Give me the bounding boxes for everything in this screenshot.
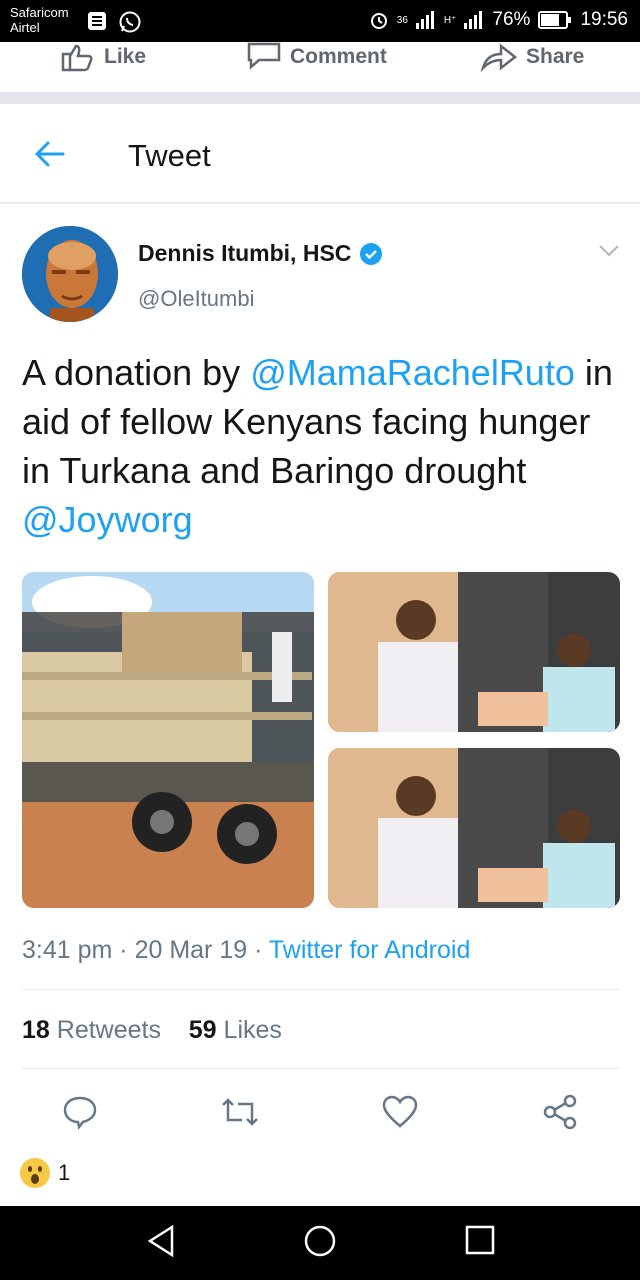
likes-stat[interactable]: 59 Likes xyxy=(189,1016,282,1044)
network-type-2: H⁺ xyxy=(443,14,457,26)
carrier-secondary: Airtel xyxy=(10,20,40,35)
carrier-primary: Safaricom xyxy=(10,5,69,20)
tweet-time: 3:41 pm xyxy=(22,936,113,964)
author-name-row[interactable]: Dennis Itumbi, HSC xyxy=(138,240,383,267)
back-triangle-icon[interactable] xyxy=(146,1224,176,1258)
author-name: Dennis Itumbi, HSC xyxy=(138,240,352,266)
clock: 19:56 xyxy=(580,9,628,30)
thumbs-up-icon xyxy=(61,44,93,72)
fb-like-button[interactable]: Like xyxy=(60,42,146,72)
section-divider xyxy=(0,92,640,104)
engagement-counts: 18 Retweets 59 Likes xyxy=(22,1016,282,1045)
notification-icon xyxy=(88,12,106,30)
author-handle[interactable]: @OleItumbi xyxy=(138,286,254,312)
fb-reactions[interactable]: 1 xyxy=(20,1158,70,1188)
reaction-count: 1 xyxy=(58,1160,71,1185)
meta-separator: · xyxy=(247,936,269,964)
network-type-1: 36 xyxy=(396,14,408,26)
android-nav-bar xyxy=(0,1206,640,1280)
retweet-icon[interactable] xyxy=(220,1094,260,1130)
alarm-icon xyxy=(370,13,387,29)
tweet-header: Tweet xyxy=(0,104,640,204)
tweet-text: A donation by @MamaRachelRuto in aid of … xyxy=(22,348,622,544)
divider xyxy=(22,989,620,990)
status-bar: Safaricom Airtel 36 H⁺ 76% 19:56 xyxy=(0,0,640,42)
carrier-labels: Safaricom Airtel xyxy=(10,5,69,35)
signal-icon-2 xyxy=(464,11,483,29)
retweets-label: Retweets xyxy=(56,1016,161,1044)
tweet-source-link[interactable]: Twitter for Android xyxy=(269,936,470,964)
heart-icon[interactable] xyxy=(382,1094,418,1130)
retweets-stat[interactable]: 18 Retweets xyxy=(22,1016,161,1044)
battery-percent: 76% xyxy=(492,9,531,30)
recents-square-icon[interactable] xyxy=(464,1224,496,1256)
likes-label: Likes xyxy=(223,1016,282,1044)
tweet-text-part: A donation by xyxy=(22,352,251,393)
page-title: Tweet xyxy=(128,138,211,173)
handover-photo-2[interactable] xyxy=(328,748,620,908)
tweet-meta: 3:41 pm · 20 Mar 19 · Twitter for Androi… xyxy=(22,936,470,965)
signal-icon-1 xyxy=(415,11,434,29)
battery-icon xyxy=(538,11,572,29)
fb-like-label: Like xyxy=(104,45,147,68)
share-icon[interactable] xyxy=(542,1094,578,1130)
fb-share-label: Share xyxy=(526,45,585,68)
whatsapp-icon xyxy=(119,11,141,33)
mention-link[interactable]: @MamaRachelRuto xyxy=(250,352,575,393)
share-arrow-icon xyxy=(480,43,518,72)
media-grid xyxy=(22,572,620,908)
chevron-down-icon[interactable] xyxy=(598,244,620,258)
retweets-count: 18 xyxy=(22,1016,50,1044)
comment-bubble-icon xyxy=(247,42,281,70)
wow-reaction-icon xyxy=(20,1158,50,1188)
back-arrow-icon[interactable] xyxy=(34,140,66,168)
fb-share-button[interactable]: Share xyxy=(480,42,584,72)
tweet-date: 20 Mar 19 xyxy=(134,936,248,964)
avatar[interactable] xyxy=(22,226,118,322)
handover-photo-1[interactable] xyxy=(328,572,620,732)
divider xyxy=(22,1068,620,1069)
fb-comment-button[interactable]: Comment xyxy=(246,42,387,72)
fb-comment-label: Comment xyxy=(290,45,387,68)
truck-photo[interactable] xyxy=(22,572,314,908)
meta-separator: · xyxy=(112,936,135,964)
mention-link[interactable]: @Joyworg xyxy=(22,499,193,540)
reply-icon[interactable] xyxy=(62,1094,98,1130)
home-circle-icon[interactable] xyxy=(303,1224,337,1258)
avatar-portrait xyxy=(22,226,118,322)
facebook-action-bar: Like Comment Share xyxy=(0,42,640,92)
likes-count: 59 xyxy=(188,1016,217,1044)
verified-badge-icon xyxy=(360,242,383,265)
